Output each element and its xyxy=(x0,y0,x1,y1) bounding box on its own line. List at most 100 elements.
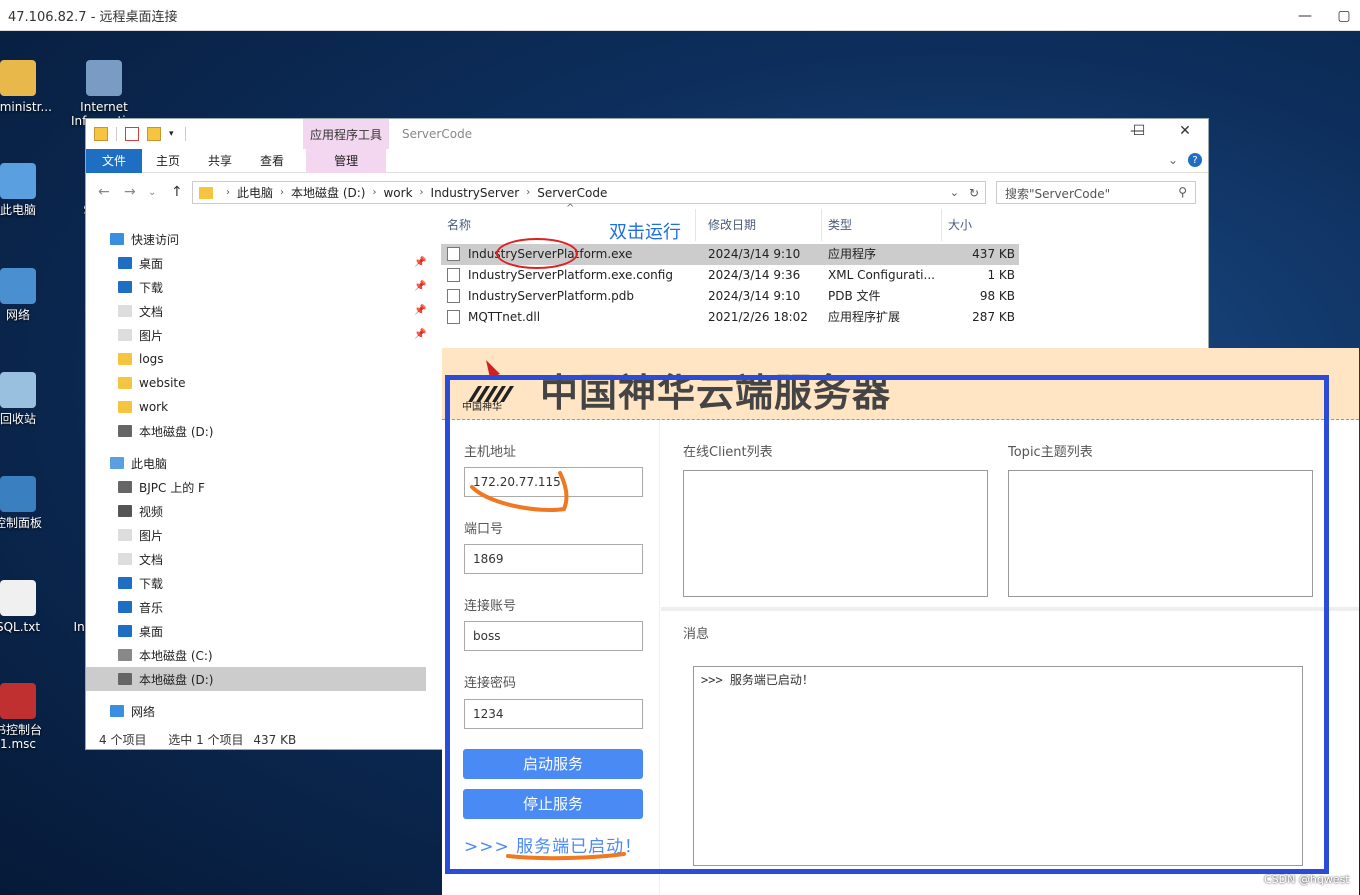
pin-icon[interactable]: 📌 xyxy=(414,281,426,292)
help-icon[interactable]: ? xyxy=(1188,153,1202,167)
nav-item[interactable]: 文档 xyxy=(118,299,163,323)
desktop-icon[interactable]: 回收站 xyxy=(0,372,58,426)
desktop-icon[interactable]: SQL.txt xyxy=(0,580,58,634)
minimize-button[interactable]: — xyxy=(1282,0,1328,31)
desktop-icon[interactable]: Administr... xyxy=(0,60,58,114)
app-icon xyxy=(0,580,36,616)
app-icon xyxy=(0,163,36,199)
close-icon[interactable]: ✕ xyxy=(1170,123,1200,139)
nav-item[interactable]: website xyxy=(118,371,186,395)
topics-list[interactable] xyxy=(1008,470,1313,597)
file-size: 287 KB xyxy=(972,310,1015,324)
nav-quick-access[interactable]: 快速访问 xyxy=(110,227,179,251)
tab-application-tools[interactable]: 应用程序工具 xyxy=(303,119,389,149)
nav-item[interactable]: 文档 xyxy=(118,547,163,571)
desktop-icon-label: Administr... xyxy=(0,100,52,114)
column-type[interactable]: 类型 xyxy=(822,209,942,241)
message-log[interactable]: >>> 服务端已启动！ xyxy=(693,666,1303,866)
start-service-button[interactable]: 启动服务 xyxy=(463,749,643,779)
explorer-title-bar: ▾ 应用程序工具 ServerCode — ☐ ✕ xyxy=(86,119,1208,149)
nav-item[interactable]: 下载 xyxy=(118,275,163,299)
nav-network[interactable]: 网络 xyxy=(110,699,155,723)
breadcrumb-separator-icon: › xyxy=(526,187,531,198)
nav-item-label: 文档 xyxy=(139,552,164,567)
file-row[interactable]: MQTTnet.dll 2021/2/26 18:02 应用程序扩展 287 KB xyxy=(441,307,1019,328)
tab-manage[interactable]: 管理 xyxy=(306,149,387,173)
recent-chevron-icon[interactable]: ⌄ xyxy=(148,187,156,198)
desktop-icon[interactable]: 此电脑 xyxy=(0,163,58,217)
folder-icon xyxy=(110,457,124,469)
maximize-icon[interactable]: ☐ xyxy=(1124,123,1154,139)
stop-service-button[interactable]: 停止服务 xyxy=(463,789,643,819)
ribbon-tabs: 文件 主页 共享 查看 管理 ⌄ ? xyxy=(86,149,1208,173)
selected-count: 选中 1 个项目 xyxy=(168,733,244,747)
nav-item[interactable]: 本地磁盘 (D:) xyxy=(118,419,213,443)
pin-icon[interactable]: 📌 xyxy=(414,329,426,340)
host-label: 主机地址 xyxy=(464,445,517,460)
nav-item[interactable]: 本地磁盘 (C:) xyxy=(118,643,213,667)
nav-item[interactable]: 本地磁盘 (D:) xyxy=(86,667,426,691)
file-type: 应用程序 xyxy=(828,247,877,261)
back-arrow-icon[interactable]: ← xyxy=(98,184,110,200)
address-bar[interactable]: › 此电脑 › 本地磁盘 (D:) › work › IndustryServer › Serv… xyxy=(192,181,986,204)
desktop-icon[interactable]: 书控制台 1.msc xyxy=(0,683,58,751)
nav-item-label: 文档 xyxy=(139,304,164,319)
breadcrumb-item[interactable]: IndustryServer xyxy=(431,186,520,200)
chevron-down-icon[interactable]: ▾ xyxy=(169,127,177,141)
breadcrumb-item[interactable]: 本地磁盘 (D:) xyxy=(291,184,365,201)
breadcrumb-item[interactable]: 此电脑 xyxy=(237,184,273,201)
file-name: IndustryServerPlatform.exe xyxy=(468,247,633,261)
nav-item-label: logs xyxy=(139,352,164,366)
nav-item[interactable]: 桌面 xyxy=(118,251,163,275)
nav-item[interactable]: 音乐 xyxy=(118,595,163,619)
tab-home[interactable]: 主页 xyxy=(142,149,194,173)
nav-item-label: website xyxy=(139,376,186,390)
nav-item[interactable]: logs xyxy=(118,347,164,371)
port-input[interactable]: 1869 xyxy=(464,544,643,574)
nav-item[interactable]: 下载 xyxy=(118,571,163,595)
folder-icon[interactable] xyxy=(94,127,108,141)
expand-ribbon-icon[interactable]: ⌄ xyxy=(1168,153,1178,167)
column-size[interactable]: 大小 xyxy=(942,209,1020,241)
tab-share[interactable]: 共享 xyxy=(194,149,246,173)
breadcrumb-item[interactable]: ServerCode xyxy=(537,186,607,200)
desktop-icon[interactable]: 控制面板 xyxy=(0,476,58,530)
pin-icon[interactable]: 📌 xyxy=(414,257,426,268)
file-date: 2024/3/14 9:10 xyxy=(708,289,801,303)
host-input[interactable]: 172.20.77.115 xyxy=(464,467,643,497)
breadcrumb-separator-icon: › xyxy=(280,187,285,198)
nav-item-label: 视频 xyxy=(139,504,164,519)
nav-item[interactable]: work xyxy=(118,395,168,419)
file-row[interactable]: IndustryServerPlatform.exe.config 2024/3/… xyxy=(441,265,1019,286)
column-date[interactable]: 修改日期 xyxy=(702,209,822,241)
file-row[interactable]: IndustryServerPlatform.exe 2024/3/14 9:10… xyxy=(441,244,1019,265)
properties-icon[interactable] xyxy=(125,127,139,141)
search-input[interactable]: 搜索"ServerCode" ⚲ xyxy=(996,181,1196,204)
nav-this-pc[interactable]: 此电脑 xyxy=(110,451,167,475)
refresh-icon[interactable]: ↻ xyxy=(969,186,979,200)
password-input[interactable]: 1234 xyxy=(464,699,643,729)
breadcrumb-item[interactable]: work xyxy=(383,186,412,200)
nav-item[interactable]: 图片 xyxy=(118,323,163,347)
nav-item[interactable]: BJPC 上的 F xyxy=(118,475,205,499)
desktop-icon[interactable]: 网络 xyxy=(0,268,58,322)
clients-list[interactable] xyxy=(683,470,988,597)
pin-icon[interactable]: 📌 xyxy=(414,305,426,316)
nav-item[interactable]: 图片 xyxy=(118,523,163,547)
file-type: 应用程序扩展 xyxy=(828,310,901,324)
file-row[interactable]: IndustryServerPlatform.pdb 2024/3/14 9:10… xyxy=(441,286,1019,307)
topics-label: Topic主题列表 xyxy=(1008,445,1093,460)
tab-file[interactable]: 文件 xyxy=(86,149,143,173)
up-arrow-icon[interactable]: ↑ xyxy=(171,184,183,200)
nav-item-label: 图片 xyxy=(139,528,164,543)
address-dropdown-icon[interactable]: ⌄ xyxy=(950,186,959,199)
account-input[interactable]: boss xyxy=(464,621,643,651)
forward-arrow-icon[interactable]: → xyxy=(124,184,136,200)
nav-item[interactable]: 视频 xyxy=(118,499,163,523)
new-folder-icon[interactable] xyxy=(147,127,161,141)
restore-button[interactable]: ▢ xyxy=(1328,0,1360,31)
desktop-icon-label: SQL.txt xyxy=(0,620,41,634)
nav-item[interactable]: 桌面 xyxy=(118,619,163,643)
tab-view[interactable]: 查看 xyxy=(246,149,298,173)
logo-text: 中国神华 xyxy=(462,402,502,413)
